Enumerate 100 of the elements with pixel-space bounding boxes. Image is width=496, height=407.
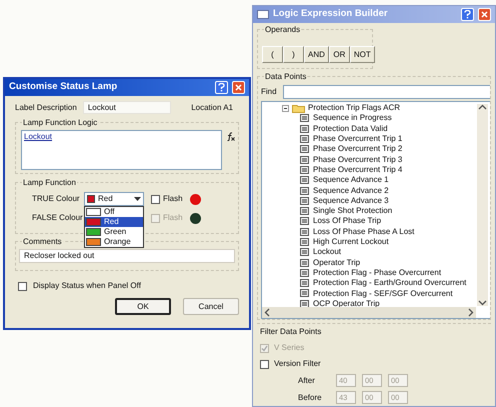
- close-button[interactable]: [478, 8, 491, 21]
- list-icon: [300, 207, 309, 216]
- checkbox-label: Flash: [163, 212, 183, 224]
- collapse-icon[interactable]: [282, 104, 289, 112]
- checkbox[interactable]: [18, 282, 27, 290]
- help-icon: [464, 10, 471, 19]
- colour-select[interactable]: Red: [84, 192, 144, 206]
- label-field[interactable]: Lockout: [82, 101, 171, 114]
- scroll-up-icon: [478, 104, 487, 110]
- tree-item[interactable]: Phase Overcurrent Trip 2: [313, 143, 402, 156]
- field-label: Label Description: [15, 102, 77, 114]
- field-label: After: [298, 374, 316, 386]
- tree-item[interactable]: Protection Flag - Earth/Ground Overcurrent: [313, 277, 466, 290]
- tree-item[interactable]: Phase Overcurrent Trip 3: [313, 154, 402, 166]
- find-label: Find: [261, 86, 277, 98]
- list-icon: [300, 166, 309, 174]
- group-title: Lamp Function Logic: [22, 117, 98, 128]
- list-icon: [300, 248, 309, 256]
- colour-swatch: [87, 195, 95, 203]
- filter-title: Filter Data Points: [260, 326, 322, 338]
- window-icon: [257, 10, 269, 19]
- function-icon: [226, 132, 235, 141]
- close-icon: [235, 84, 242, 91]
- tree-item[interactable]: Sequence Advance 2: [313, 184, 389, 197]
- check-icon: [261, 344, 268, 352]
- help-button[interactable]: [461, 8, 474, 21]
- field-label: FALSE Colour: [31, 212, 84, 224]
- folder-icon: [292, 104, 305, 113]
- tree-item[interactable]: Protection Flag - SEF/SGF Overcurrent: [313, 288, 453, 300]
- operand-button[interactable]: (: [262, 46, 283, 63]
- checkbox[interactable]: [151, 194, 160, 204]
- find-field[interactable]: [282, 85, 490, 99]
- list-icon: [300, 124, 309, 133]
- dialog-button[interactable]: Cancel: [183, 298, 239, 315]
- tree-item[interactable]: Protection Trip Flags ACR: [308, 102, 400, 114]
- group-title: Operands: [264, 24, 302, 35]
- group-title: Data Points: [264, 71, 308, 82]
- tree-item[interactable]: Loss Of Phase Trip: [313, 215, 382, 228]
- list-icon: [300, 135, 309, 144]
- operand-button[interactable]: NOT: [350, 46, 375, 63]
- tree-item[interactable]: Protection Data Valid: [313, 122, 388, 135]
- field-label: Before: [298, 392, 323, 404]
- close-button[interactable]: [232, 81, 245, 94]
- checkbox[interactable]: [151, 214, 160, 222]
- tree-item[interactable]: Lockout: [313, 246, 342, 258]
- tree-item[interactable]: Sequence Advance 1: [313, 174, 389, 186]
- tree-item[interactable]: Single Shot Protection: [313, 205, 392, 218]
- tree-item[interactable]: Sequence Advance 3: [313, 194, 389, 207]
- checkbox-label: Display Status when Panel Off: [33, 280, 141, 292]
- tree-item[interactable]: Loss Of Phase Phase A Lost: [313, 226, 414, 238]
- tree-item[interactable]: High Current Lockout: [313, 236, 389, 248]
- horizontal-scrollbar[interactable]: [262, 307, 476, 318]
- dropdown-option[interactable]: Red: [85, 217, 143, 227]
- list-icon: [300, 268, 309, 277]
- operand-button[interactable]: AND: [304, 46, 329, 63]
- group-title: Lamp Function: [22, 177, 77, 188]
- checkbox-label: Flash: [163, 193, 183, 205]
- checkbox[interactable]: [260, 360, 269, 368]
- list-icon: [300, 196, 309, 205]
- list-icon: [300, 238, 309, 246]
- vertical-scrollbar[interactable]: [477, 104, 488, 306]
- comments-field[interactable]: Recloser locked out: [19, 249, 235, 263]
- list-icon: [300, 228, 309, 236]
- window-title: Customise Status Lamp: [9, 80, 118, 94]
- function-button[interactable]: [226, 132, 235, 141]
- tree-item[interactable]: Protection Flag - Phase Overcurrent: [313, 266, 442, 279]
- close-icon: [481, 11, 488, 18]
- list-icon: [300, 258, 309, 267]
- tree-item[interactable]: Operator Trip: [313, 256, 360, 269]
- list-icon: [300, 300, 309, 307]
- list-icon: [300, 145, 309, 154]
- dropdown-arrow-icon: [134, 196, 141, 202]
- list-icon: [300, 217, 309, 226]
- scroll-left-icon: [264, 308, 270, 317]
- list-icon: [300, 289, 309, 298]
- checkbox-label: Version Filter: [274, 358, 321, 370]
- location-label: Location A1: [191, 102, 234, 114]
- checkbox-label: V Series: [274, 342, 304, 354]
- tree-item[interactable]: Sequence in Progress: [313, 112, 392, 124]
- list-icon: [300, 114, 309, 122]
- list-icon: [300, 156, 309, 164]
- tree-item[interactable]: Phase Overcurrent Trip 4: [313, 164, 402, 176]
- list-icon: [300, 176, 309, 184]
- list-icon: [300, 279, 309, 288]
- scroll-down-icon: [478, 300, 487, 306]
- operand-button[interactable]: ): [283, 46, 304, 63]
- operand-button[interactable]: OR: [328, 46, 350, 63]
- scroll-right-icon: [468, 308, 474, 317]
- window-title: Logic Expression Builder: [273, 7, 389, 22]
- help-button[interactable]: [215, 81, 228, 94]
- dropdown-option[interactable]: Off: [85, 207, 143, 217]
- dropdown-option[interactable]: Green: [85, 227, 143, 237]
- group-title: Comments: [22, 236, 63, 247]
- dropdown-option[interactable]: Orange: [85, 237, 143, 247]
- help-icon: [218, 83, 225, 92]
- field-label: TRUE Colour: [31, 193, 81, 205]
- logic-field[interactable]: Lockout: [21, 130, 222, 170]
- list-icon: [300, 186, 309, 195]
- tree-item[interactable]: Phase Overcurrent Trip 1: [313, 133, 402, 146]
- dialog-button[interactable]: OK: [115, 298, 171, 315]
